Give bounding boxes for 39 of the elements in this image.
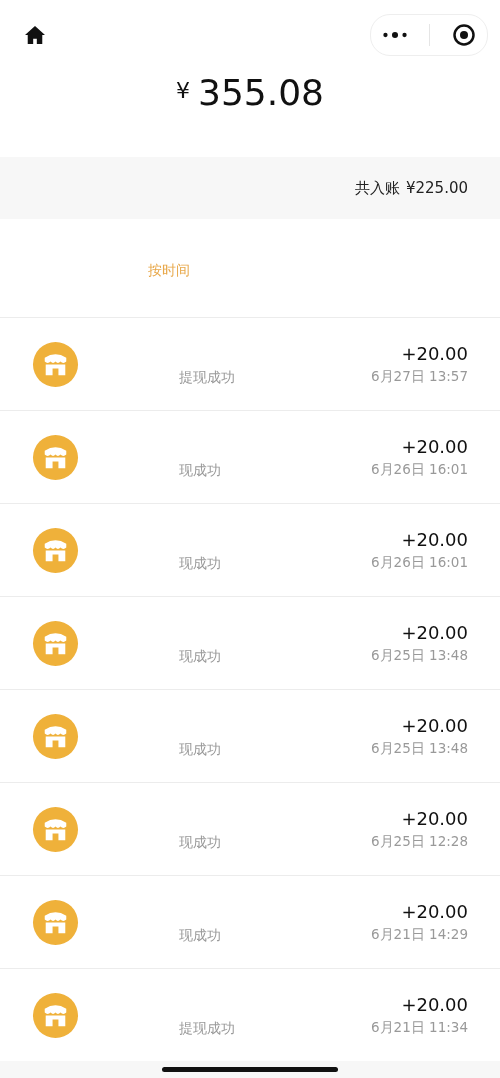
summary-amount: ¥225.00: [405, 179, 468, 197]
record-status: 现成功: [179, 741, 221, 757]
record-amount: +20.00: [401, 714, 468, 736]
shop-icon: [32, 805, 79, 853]
record-amount: +20.00: [401, 342, 468, 364]
record-amount: +20.00: [401, 435, 468, 457]
record-time: 6月21日 14:29: [371, 925, 468, 944]
record-status: 提现成功: [179, 1020, 235, 1036]
record-amount: +20.00: [401, 807, 468, 829]
record-time: 6月21日 11:34: [371, 1018, 468, 1037]
shop-icon: [32, 340, 79, 388]
record-status: 提现成功: [179, 369, 235, 385]
home-icon[interactable]: [24, 25, 46, 45]
record-status: 现成功: [179, 834, 221, 850]
record-status: 现成功: [179, 648, 221, 664]
shop-icon: [32, 898, 79, 946]
shop-icon: [32, 526, 79, 574]
more-icon[interactable]: [381, 31, 408, 39]
shop-icon: [32, 712, 79, 760]
record-time: 6月26日 16:01: [371, 553, 468, 572]
record-time: 6月25日 12:28: [371, 832, 468, 851]
record-amount: +20.00: [401, 993, 468, 1015]
filter-label[interactable]: 按时间: [148, 262, 190, 280]
record-time: 6月25日 13:48: [371, 646, 468, 665]
shop-icon: [32, 619, 79, 667]
record-amount: +20.00: [401, 528, 468, 550]
currency-sign: ¥: [176, 78, 190, 103]
record-amount: +20.00: [401, 900, 468, 922]
summary-label: 共入账: [354, 178, 400, 198]
record-time: 6月26日 16:01: [371, 460, 468, 479]
record-time: 6月27日 13:57: [371, 367, 468, 386]
balance-amount: 355.08: [198, 72, 324, 113]
shop-icon: [32, 433, 79, 481]
record-amount: +20.00: [401, 621, 468, 643]
record-status: 现成功: [179, 462, 221, 478]
record-status: 现成功: [179, 555, 221, 571]
record-time: 6月25日 13:48: [371, 739, 468, 758]
record-status: 现成功: [179, 927, 221, 943]
shop-icon: [32, 991, 79, 1039]
